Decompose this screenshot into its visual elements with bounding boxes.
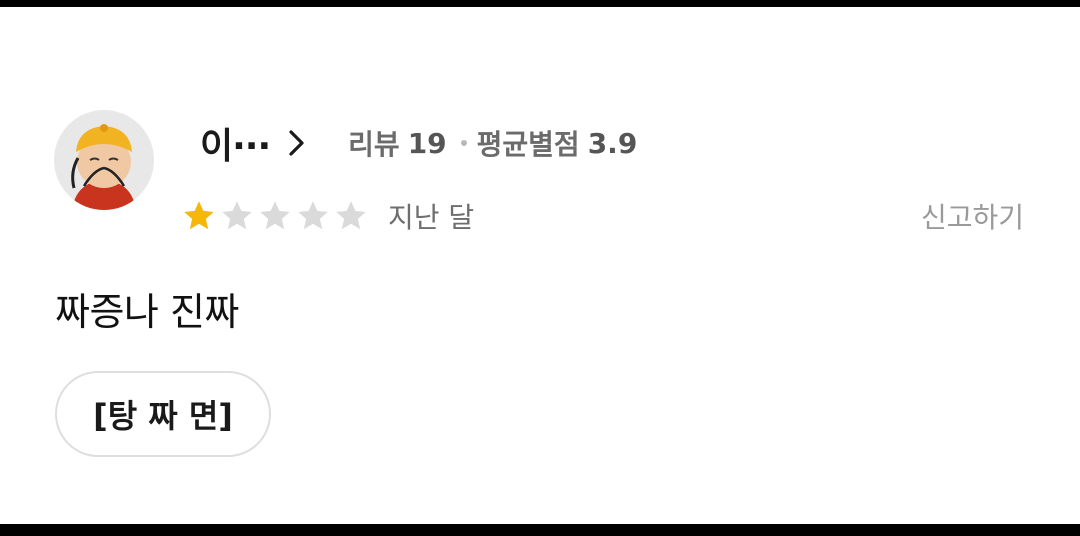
reviewer-avatar[interactable]	[54, 110, 154, 210]
review-date: 지난 달	[388, 201, 475, 234]
avatar-character-icon	[54, 110, 154, 210]
star-filled-icon	[184, 201, 214, 230]
chevron-right-icon[interactable]	[286, 128, 308, 158]
review-count-value: 19	[407, 126, 447, 160]
avg-rating-label: 평균별점	[476, 128, 580, 161]
separator-dot	[460, 140, 467, 146]
avg-rating-value: 3.9	[587, 126, 638, 160]
review-count-label: 리뷰	[348, 128, 400, 161]
review-text: 짜증나 진짜	[55, 290, 239, 334]
reviewer-stats: 리뷰 19 평균별점 3.9	[348, 123, 637, 163]
star-empty-icon	[336, 201, 366, 230]
star-empty-icon	[298, 201, 328, 230]
star-rating	[180, 198, 370, 234]
star-empty-icon	[222, 201, 252, 230]
report-button[interactable]: 신고하기	[921, 196, 1024, 236]
star-empty-icon	[260, 201, 290, 230]
rating-row: 지난 달	[180, 193, 474, 239]
reviewer-nickname[interactable]: 이···	[200, 117, 271, 169]
menu-item-chip[interactable]: [탕 짜 면]	[55, 371, 271, 457]
review-card: 이··· 리뷰 19 평균별점 3.9 지난 달 신고하기 짜증나 진짜 [탕 …	[0, 7, 1080, 524]
reviewer-info-row: 이··· 리뷰 19 평균별점 3.9	[200, 115, 637, 171]
